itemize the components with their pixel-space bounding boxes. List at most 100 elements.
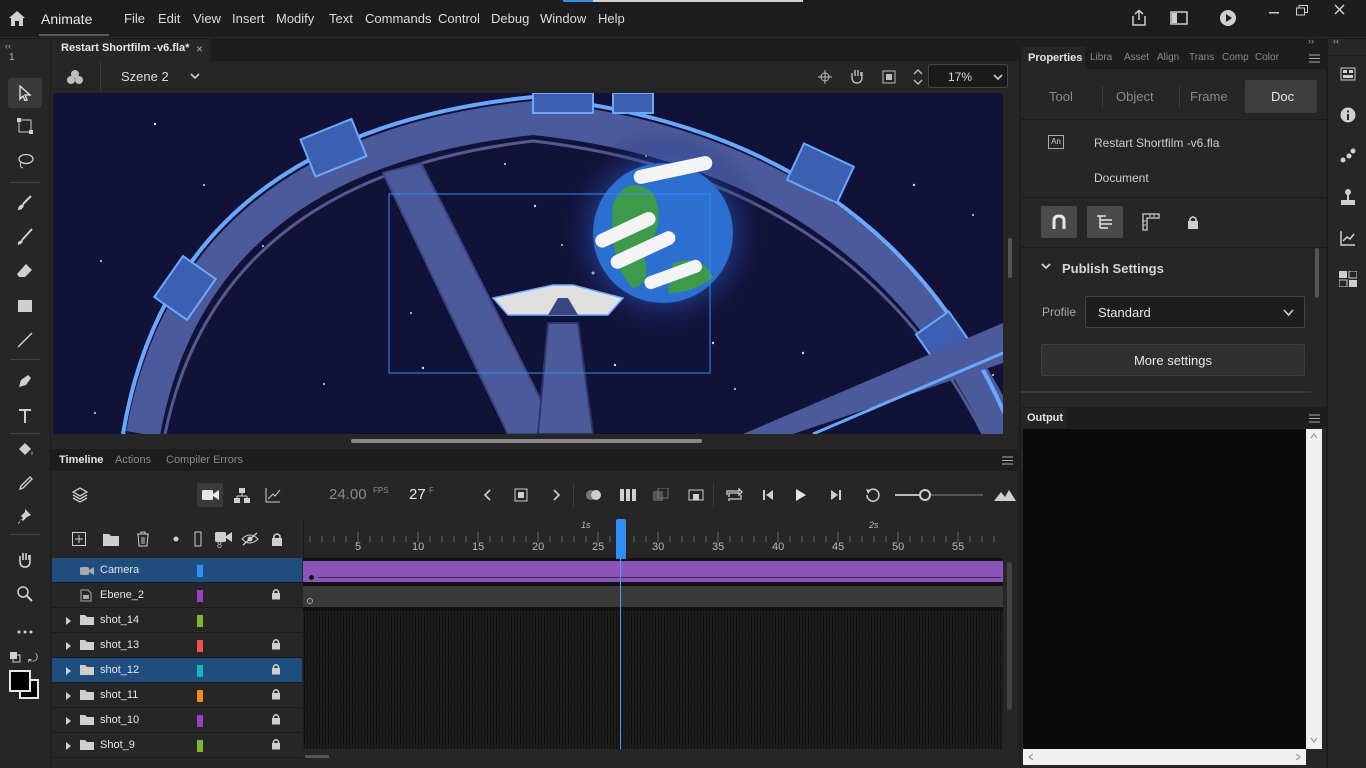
panel-menu-icon[interactable] (1309, 414, 1320, 423)
zoom-select[interactable]: 17% (928, 64, 1008, 88)
layer-row[interactable]: Ebene_2 (52, 583, 302, 608)
default-colors-icon[interactable] (8, 651, 22, 663)
layer-name[interactable]: shot_14 (100, 614, 139, 626)
chevron-right-icon[interactable] (1295, 753, 1301, 761)
components-icon[interactable] (1335, 266, 1361, 292)
collapse-icon[interactable]: ‹‹ (5, 41, 11, 51)
step-back-icon[interactable] (759, 485, 779, 505)
eraser-icon[interactable] (13, 260, 37, 282)
layer-color-swatch[interactable] (197, 665, 203, 677)
snap-icon[interactable] (816, 68, 834, 86)
close-tab-icon[interactable]: × (196, 42, 203, 56)
layer-color-swatch[interactable] (197, 740, 203, 752)
keyframe[interactable] (309, 575, 314, 580)
properties-scroll-thumb[interactable] (1315, 248, 1319, 298)
tab-timeline[interactable]: Timeline (59, 454, 103, 466)
layer-color-swatch[interactable] (197, 690, 203, 702)
layer-name[interactable]: shot_10 (100, 714, 139, 726)
expand-panels-icon[interactable]: ›› (1308, 36, 1314, 46)
paint-brush-icon[interactable] (13, 192, 37, 214)
layer-name[interactable]: shot_11 (100, 689, 138, 701)
menu-view[interactable]: View (193, 11, 221, 26)
layer-row[interactable]: shot_10 (52, 708, 302, 733)
center-frame-icon[interactable] (651, 485, 671, 505)
timeline-zoom-slider[interactable] (895, 489, 983, 501)
frame-ruler[interactable]: 1s 2s 5 10 15 20 25 30 35 40 45 50 55 (303, 518, 1003, 558)
scene-icon[interactable] (65, 67, 85, 87)
joystick-icon[interactable] (1335, 184, 1361, 210)
clip-frames-icon[interactable] (686, 485, 706, 505)
clip-icon[interactable] (880, 68, 898, 86)
layer-row[interactable]: Shot_9 (52, 733, 302, 758)
prev-keyframe-icon[interactable] (479, 485, 495, 505)
layer-name[interactable]: shot_13 (100, 639, 139, 651)
menu-window[interactable]: Window (540, 11, 586, 26)
expand-arrow-icon[interactable] (65, 740, 72, 754)
tab-actions[interactable]: Actions (115, 454, 151, 466)
menu-help[interactable]: Help (598, 11, 625, 26)
empty-keyframe[interactable] (307, 598, 313, 604)
edit-multiple-frames-icon[interactable] (618, 485, 638, 505)
tab-compiler-errors[interactable]: Compiler Errors (166, 454, 243, 466)
lock-guides-icon[interactable] (1175, 206, 1211, 238)
layer-color-swatch[interactable] (197, 590, 203, 602)
rectangle-icon[interactable] (13, 295, 37, 317)
lock-icon[interactable] (271, 688, 281, 703)
insert-keyframe-icon[interactable] (511, 485, 531, 505)
camera-toggle[interactable] (197, 483, 223, 507)
chevron-up-icon[interactable] (1310, 433, 1318, 439)
slider-thumb[interactable] (919, 489, 931, 501)
tab-align[interactable]: Align (1157, 52, 1179, 63)
tab-output[interactable]: Output (1021, 408, 1067, 428)
layer-name[interactable]: Shot_9 (100, 739, 135, 751)
expand-arrow-icon[interactable] (65, 690, 72, 704)
current-frame-value[interactable]: 27 (409, 486, 426, 503)
tab-library[interactable]: Libra (1090, 52, 1112, 63)
next-keyframe-icon[interactable] (549, 485, 565, 505)
fps-value[interactable]: 24.00 (329, 486, 367, 503)
snap-to-objects-button[interactable] (1041, 206, 1077, 238)
chart-icon[interactable] (1335, 225, 1361, 251)
minimize-icon[interactable] (1265, 3, 1283, 17)
zoom-stepper-icon[interactable] (912, 66, 924, 88)
menu-file[interactable]: File (124, 11, 145, 26)
profile-select[interactable]: Standard (1085, 296, 1305, 328)
workspace-icon[interactable] (1168, 8, 1190, 28)
layer-color-swatch[interactable] (197, 615, 203, 627)
expand-arrow-icon[interactable] (65, 665, 72, 679)
info-icon[interactable] (1335, 102, 1361, 128)
scene-name[interactable]: Szene 2 (121, 69, 169, 84)
layer-row[interactable]: shot_11 (52, 683, 302, 708)
pen-icon[interactable] (13, 370, 37, 392)
subtab-object[interactable]: Object (1116, 89, 1154, 104)
subtab-frame[interactable]: Frame (1190, 89, 1228, 104)
frames-area[interactable] (303, 558, 1003, 749)
lock-icon[interactable] (271, 638, 281, 653)
zoom-icon[interactable] (13, 583, 37, 605)
tab-assets[interactable]: Asset (1124, 52, 1149, 63)
expand-arrow-icon[interactable] (65, 640, 72, 654)
lock-icon[interactable] (271, 588, 281, 603)
stage-vscroll-thumb[interactable] (1008, 238, 1012, 278)
collapse-strip-icon[interactable]: ‹‹ (1333, 36, 1339, 46)
camera-frames-span[interactable] (303, 561, 1003, 582)
text-tool-icon[interactable] (13, 405, 37, 427)
publish-settings-header[interactable]: Publish Settings (1062, 261, 1164, 276)
layer-color-swatch[interactable] (197, 715, 203, 727)
layer-row[interactable]: Camera (52, 558, 302, 583)
tab-properties[interactable]: Properties (1021, 47, 1085, 69)
layer-row[interactable]: shot_14 (52, 608, 302, 633)
line-icon[interactable] (13, 329, 37, 351)
stroke-color-swatch[interactable] (9, 670, 31, 692)
layer2-frames-span[interactable] (303, 586, 1003, 607)
library-icon[interactable] (1335, 61, 1361, 87)
output-hscroll[interactable] (1023, 749, 1306, 765)
menu-debug[interactable]: Debug (491, 11, 529, 26)
swap-colors-icon[interactable]: ⤾ (28, 651, 38, 666)
timeline-hscroll-thumb[interactable] (305, 755, 329, 758)
new-layer-icon[interactable] (69, 529, 89, 549)
expand-arrow-icon[interactable] (65, 615, 72, 629)
hand-icon[interactable] (13, 549, 37, 571)
panel-menu-icon[interactable] (1309, 54, 1320, 63)
document-tab[interactable]: Restart Shortfilm -v6.fla* × (51, 39, 211, 61)
